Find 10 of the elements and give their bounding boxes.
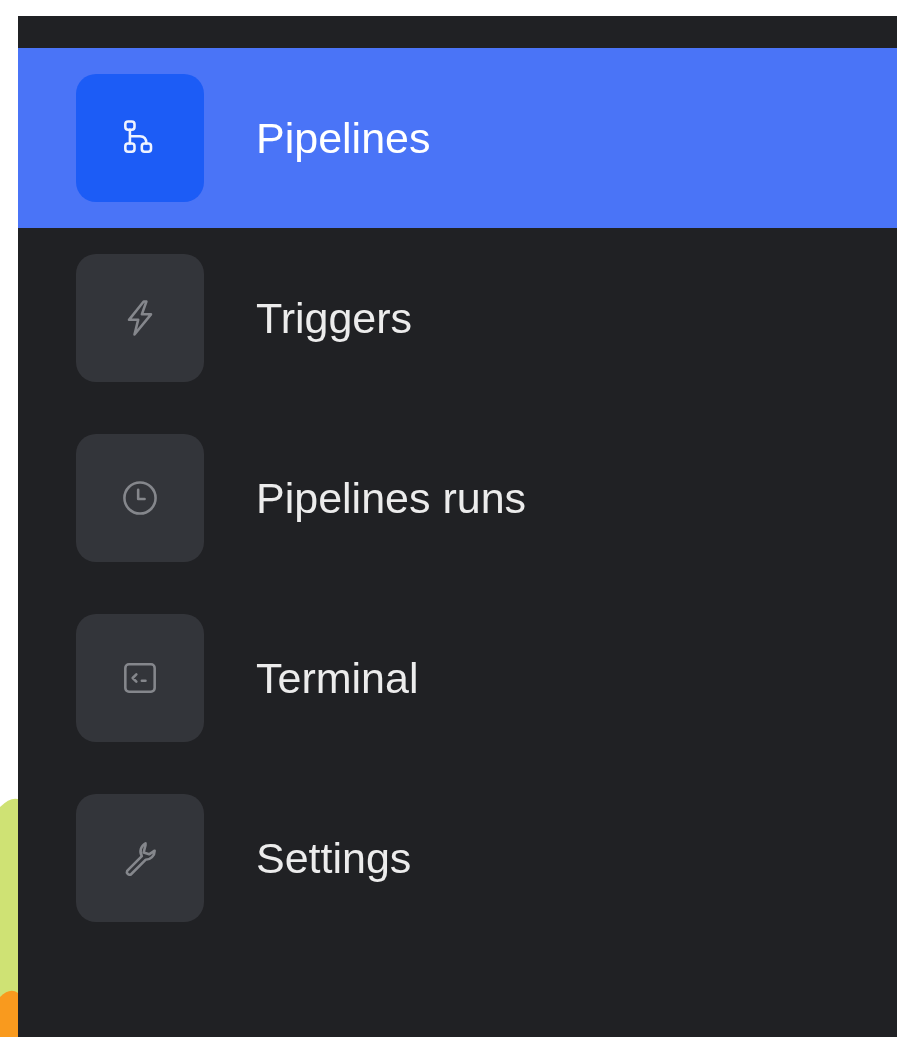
- sidebar-item[interactable]: Settings: [18, 768, 897, 948]
- sidebar-item[interactable]: Terminal: [18, 588, 897, 768]
- sidebar-item[interactable]: Triggers: [18, 228, 897, 408]
- sidebar-item[interactable]: Pipelines runs: [18, 408, 897, 588]
- lightning-icon: [76, 254, 204, 382]
- flowchart-icon: [76, 74, 204, 202]
- sidebar-item[interactable]: Pipelines: [18, 48, 897, 228]
- clock-icon: [76, 434, 204, 562]
- terminal-icon: [76, 614, 204, 742]
- wrench-icon: [76, 794, 204, 922]
